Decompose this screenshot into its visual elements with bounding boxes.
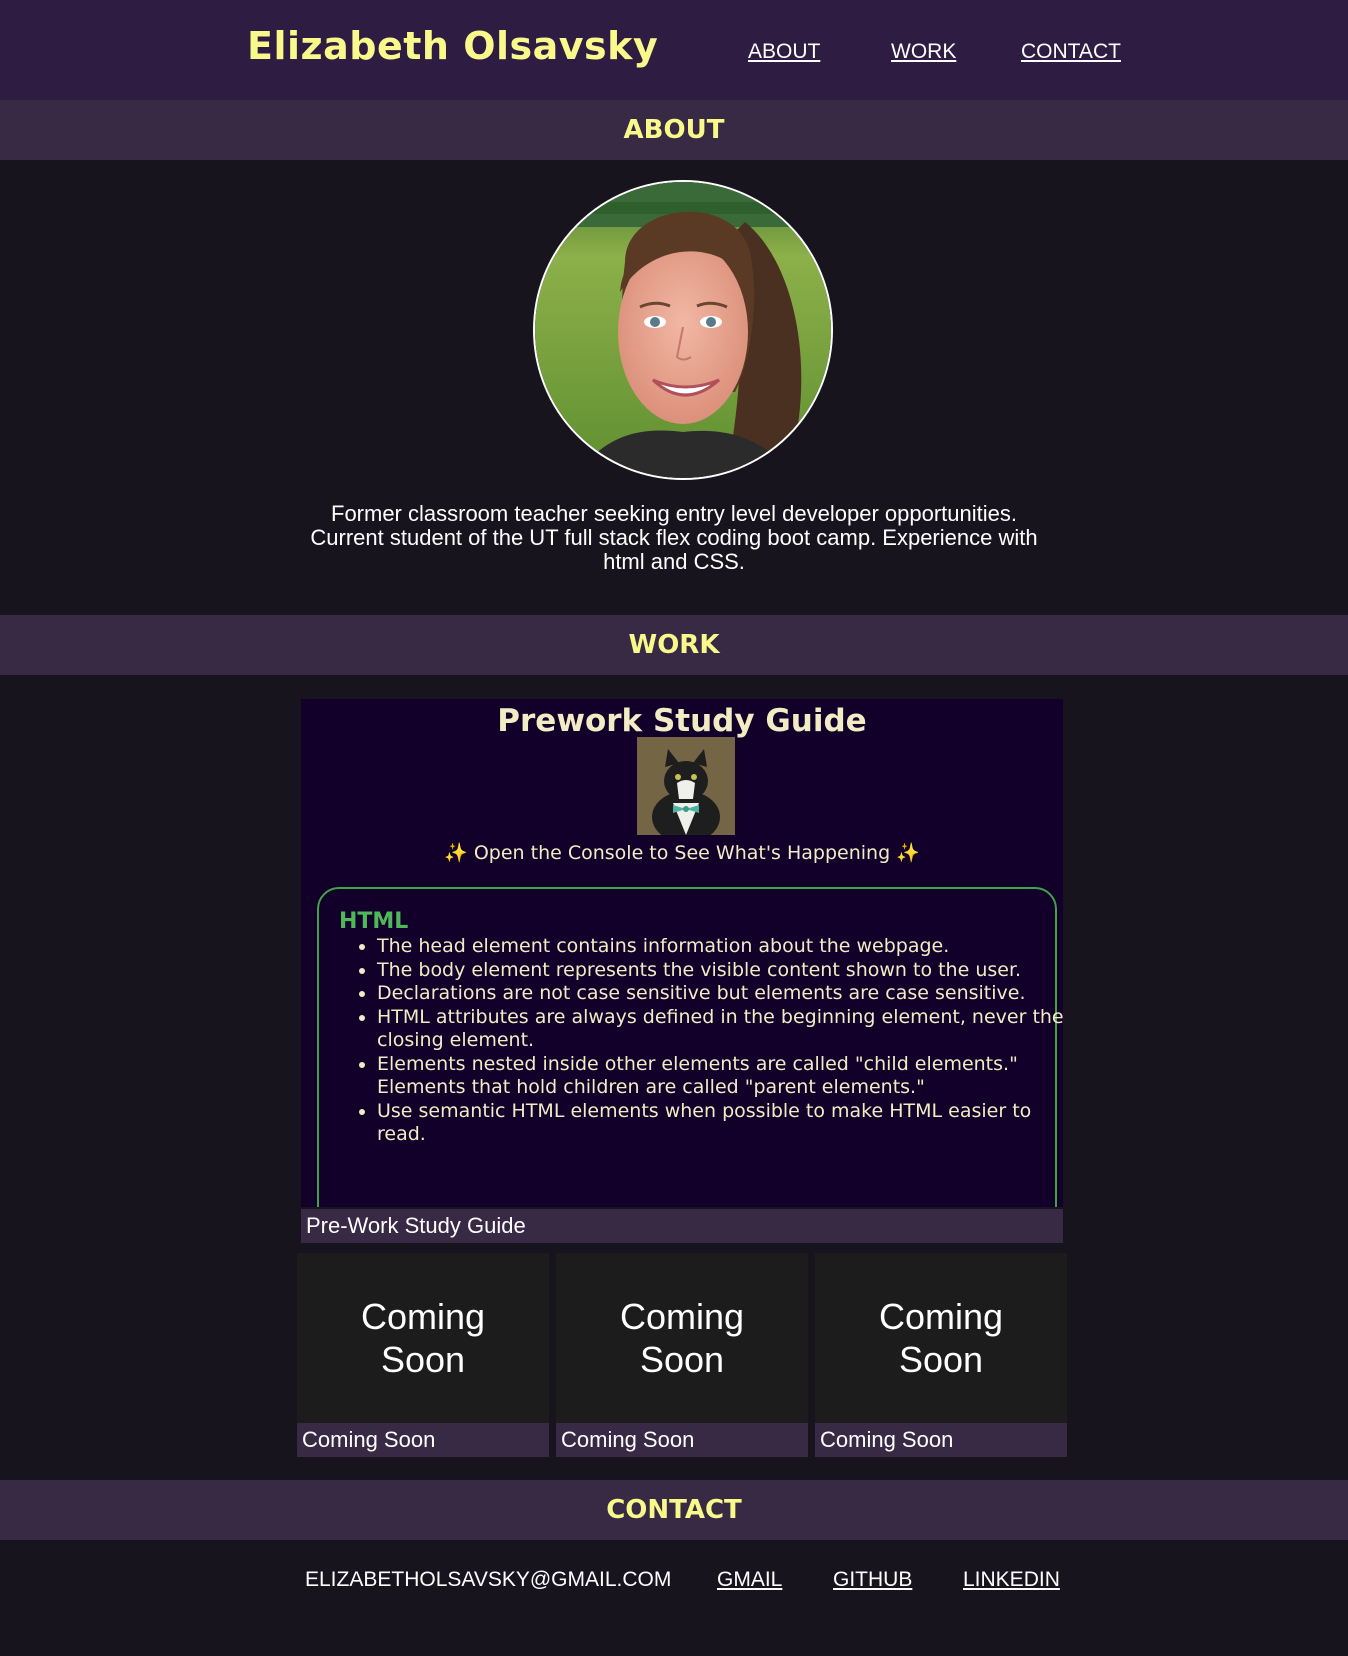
contact-row: ELIZABETHOLSAVSKY@GMAIL.COM GMAIL GITHUB… <box>0 1568 1348 1598</box>
nav-link-work[interactable]: WORK <box>891 40 956 64</box>
list-item: Use semantic HTML elements when possible… <box>377 1100 1063 1147</box>
coming-soon-image-text: Coming Soon <box>878 1296 1004 1380</box>
screenshot-subtitle: ✨ Open the Console to See What's Happeni… <box>444 842 920 864</box>
nav-link-about[interactable]: ABOUT <box>748 40 820 64</box>
about-section: Former classroom teacher seeking entry l… <box>0 160 1348 615</box>
gmail-link[interactable]: GMAIL <box>717 1568 782 1592</box>
work-section: Prework Study Guide ✨ Open the Console t… <box>0 675 1348 1480</box>
about-heading: ABOUT <box>0 100 1348 160</box>
coming-soon-caption: Coming Soon <box>815 1423 1067 1457</box>
work-heading: WORK <box>0 615 1348 675</box>
screenshot-title: Prework Study Guide <box>497 703 867 739</box>
site-header: Elizabeth Olsavsky ABOUT WORK CONTACT <box>0 0 1348 100</box>
coming-soon-image: Coming Soon <box>556 1253 808 1423</box>
linkedin-link[interactable]: LINKEDIN <box>963 1568 1060 1592</box>
screenshot-bullet-list: The head element contains information ab… <box>337 935 1063 1147</box>
contact-email: ELIZABETHOLSAVSKY@GMAIL.COM <box>305 1568 672 1591</box>
coming-soon-caption: Coming Soon <box>297 1423 549 1457</box>
contact-section: ELIZABETHOLSAVSKY@GMAIL.COM GMAIL GITHUB… <box>0 1540 1348 1640</box>
featured-project-screenshot[interactable]: Prework Study Guide ✨ Open the Console t… <box>301 699 1063 1207</box>
coming-soon-image-text: Coming Soon <box>360 1296 486 1380</box>
list-item: The body element represents the visible … <box>377 959 1063 983</box>
coming-soon-card[interactable]: Coming Soon Coming Soon <box>297 1253 549 1457</box>
nav-link-contact[interactable]: CONTACT <box>1021 40 1121 64</box>
featured-project-card[interactable]: Prework Study Guide ✨ Open the Console t… <box>301 699 1063 1243</box>
list-item: HTML attributes are always defined in th… <box>377 1006 1063 1053</box>
coming-soon-caption: Coming Soon <box>556 1423 808 1457</box>
screenshot-html-box: HTML The head element contains informati… <box>317 887 1063 1207</box>
bio-text: Former classroom teacher seeking entry l… <box>310 501 1038 574</box>
cat-icon <box>637 737 735 843</box>
coming-soon-image-text: Coming Soon <box>619 1296 745 1380</box>
profile-photo <box>533 180 833 480</box>
coming-soon-card[interactable]: Coming Soon Coming Soon <box>815 1253 1067 1457</box>
list-item: The head element contains information ab… <box>377 935 1063 959</box>
featured-project-caption[interactable]: Pre-Work Study Guide <box>301 1209 1063 1243</box>
coming-soon-card[interactable]: Coming Soon Coming Soon <box>556 1253 808 1457</box>
contact-heading: CONTACT <box>0 1480 1348 1540</box>
coming-soon-image: Coming Soon <box>297 1253 549 1423</box>
list-item: Elements nested inside other elements ar… <box>377 1053 1063 1100</box>
screenshot-box-heading: HTML <box>339 909 409 934</box>
main-nav: ABOUT WORK CONTACT <box>0 40 1348 70</box>
github-link[interactable]: GITHUB <box>833 1568 912 1592</box>
coming-soon-row: Coming Soon Coming Soon Coming Soon Comi… <box>297 1253 1067 1458</box>
coming-soon-image: Coming Soon <box>815 1253 1067 1423</box>
list-item: Declarations are not case sensitive but … <box>377 982 1063 1006</box>
